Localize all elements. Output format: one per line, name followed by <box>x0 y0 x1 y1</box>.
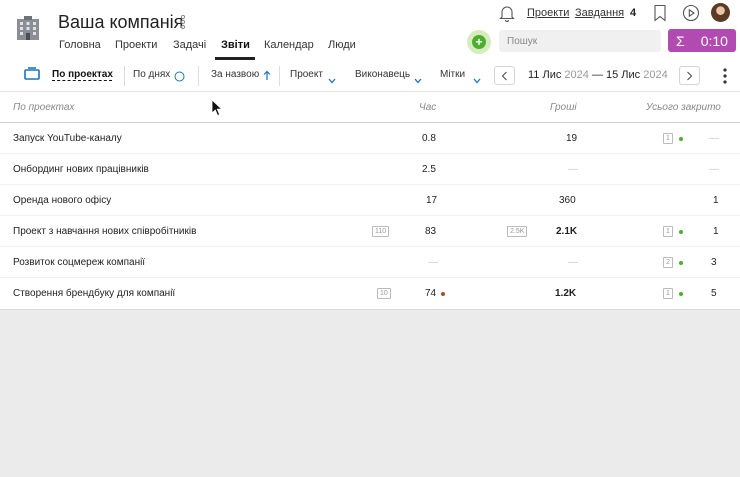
play-icon[interactable] <box>682 4 700 22</box>
row-closed: — <box>709 133 719 144</box>
column-header-money[interactable]: Гроші <box>550 102 577 113</box>
row-closed: 1 <box>713 195 719 206</box>
row-time: 0.8 <box>422 133 436 144</box>
company-menu-icon[interactable] <box>180 14 186 35</box>
divider <box>198 66 199 86</box>
row-name: Створення брендбуку для компанії <box>13 288 176 299</box>
row-time: 74 <box>425 288 437 299</box>
table-row[interactable]: Запуск YouTube-каналу 0.8 19 1 — <box>0 123 740 154</box>
money-badge: 2.5K <box>507 226 528 237</box>
closed-badge: 1 <box>663 133 673 144</box>
time-badge: 110 <box>372 226 390 237</box>
status-dot-icon <box>679 137 683 141</box>
info-icon[interactable] <box>174 69 185 87</box>
tasks-count: 4 <box>630 7 637 19</box>
status-dot-icon <box>679 230 683 234</box>
timeline-icon[interactable] <box>24 67 40 86</box>
nav-tasks[interactable]: Задачі <box>173 39 206 51</box>
nav-calendar[interactable]: Календар <box>264 39 314 51</box>
assignee-filter[interactable]: Виконавець <box>355 69 410 80</box>
status-dot-icon <box>441 292 445 296</box>
chevron-down-icon[interactable] <box>328 71 336 89</box>
tags-filter[interactable]: Мітки <box>440 69 465 80</box>
bookmark-icon[interactable] <box>653 4 667 22</box>
tasks-link[interactable]: Завдання <box>575 7 624 19</box>
arrow-up-icon[interactable] <box>263 68 271 86</box>
more-options-icon[interactable] <box>721 67 729 85</box>
column-header-time[interactable]: Час <box>419 102 436 113</box>
by-days-toggle[interactable]: По днях <box>133 69 170 80</box>
date-to: 15 Лис <box>606 69 641 81</box>
table-row[interactable]: Створення брендбуку для компанії 10 74 1… <box>0 278 740 309</box>
row-time: 2.5 <box>422 164 436 175</box>
row-money: — <box>568 164 578 175</box>
divider <box>124 66 125 86</box>
nav-home[interactable]: Головна <box>59 39 101 51</box>
user-avatar[interactable] <box>711 3 730 22</box>
company-name[interactable]: Ваша компанія <box>58 12 183 33</box>
project-filter[interactable]: Проект <box>290 69 323 80</box>
plus-icon: + <box>472 35 486 49</box>
timer-value: 0:10 <box>700 32 728 49</box>
next-period-button[interactable] <box>679 66 700 85</box>
chevron-down-icon[interactable] <box>414 71 422 89</box>
status-dot-icon <box>679 261 683 265</box>
active-tab-indicator <box>215 57 255 60</box>
row-closed: — <box>709 164 719 175</box>
chevron-right-icon <box>687 71 693 80</box>
row-money: 1.2K <box>555 288 577 299</box>
row-name: Онбординг нових працівників <box>13 164 149 175</box>
nav-reports[interactable]: Звіти <box>221 39 250 51</box>
row-closed: 3 <box>711 257 717 268</box>
timer-button[interactable]: Σ 0:10 <box>668 29 736 52</box>
row-name: Розвиток соцмереж компанії <box>13 257 146 268</box>
nav-people[interactable]: Люди <box>328 39 356 51</box>
date-range[interactable]: 11 Лис 2024 — 15 Лис 2024 <box>528 69 668 81</box>
mouse-cursor-icon <box>211 99 223 117</box>
year-from: 2024 <box>564 69 589 81</box>
date-from: 11 Лис <box>528 69 562 81</box>
row-money: 360 <box>559 195 576 206</box>
year-to: 2024 <box>643 69 668 81</box>
row-name: Проект з навчання нових співробітників <box>13 226 197 237</box>
date-separator: — <box>591 69 603 81</box>
bell-icon[interactable] <box>498 4 516 22</box>
group-by-projects[interactable]: По проектах <box>52 69 113 80</box>
chevron-down-icon[interactable] <box>473 71 481 89</box>
search-input[interactable] <box>499 30 661 52</box>
row-money: 19 <box>566 133 578 144</box>
row-name: Запуск YouTube-каналу <box>13 133 122 144</box>
row-time: — <box>428 257 438 268</box>
row-money: — <box>568 257 578 268</box>
nav-projects[interactable]: Проекти <box>115 39 157 51</box>
divider <box>279 66 280 86</box>
column-header-closed[interactable]: Усього закрито <box>646 102 721 113</box>
projects-link[interactable]: Проекти <box>527 7 569 19</box>
prev-period-button[interactable] <box>494 66 515 85</box>
company-logo-icon[interactable] <box>14 14 42 42</box>
row-name: Оренда нового офісу <box>13 195 112 206</box>
closed-badge: 2 <box>663 257 673 268</box>
table-row[interactable]: Онбординг нових працівників 2.5 — — <box>0 154 740 185</box>
row-closed: 5 <box>711 288 717 299</box>
row-money: 2.1K <box>556 226 578 237</box>
closed-badge: 1 <box>663 288 673 299</box>
column-header-name[interactable]: По проектах <box>13 102 74 113</box>
status-dot-icon <box>679 292 683 296</box>
table-row[interactable]: Оренда нового офісу 17 360 1 <box>0 185 740 216</box>
sort-by-name[interactable]: За назвою <box>211 69 259 80</box>
row-time: 17 <box>426 195 438 206</box>
time-badge: 10 <box>377 288 391 299</box>
sigma-icon: Σ <box>676 32 685 49</box>
table-row[interactable]: Розвиток соцмереж компанії — — 2 3 <box>0 247 740 278</box>
row-closed: 1 <box>713 226 719 237</box>
chevron-left-icon <box>501 71 507 80</box>
row-time: 83 <box>425 226 437 237</box>
closed-badge: 1 <box>663 226 673 237</box>
table-row[interactable]: Проект з навчання нових співробітників 1… <box>0 216 740 247</box>
add-button[interactable]: + <box>467 30 491 54</box>
